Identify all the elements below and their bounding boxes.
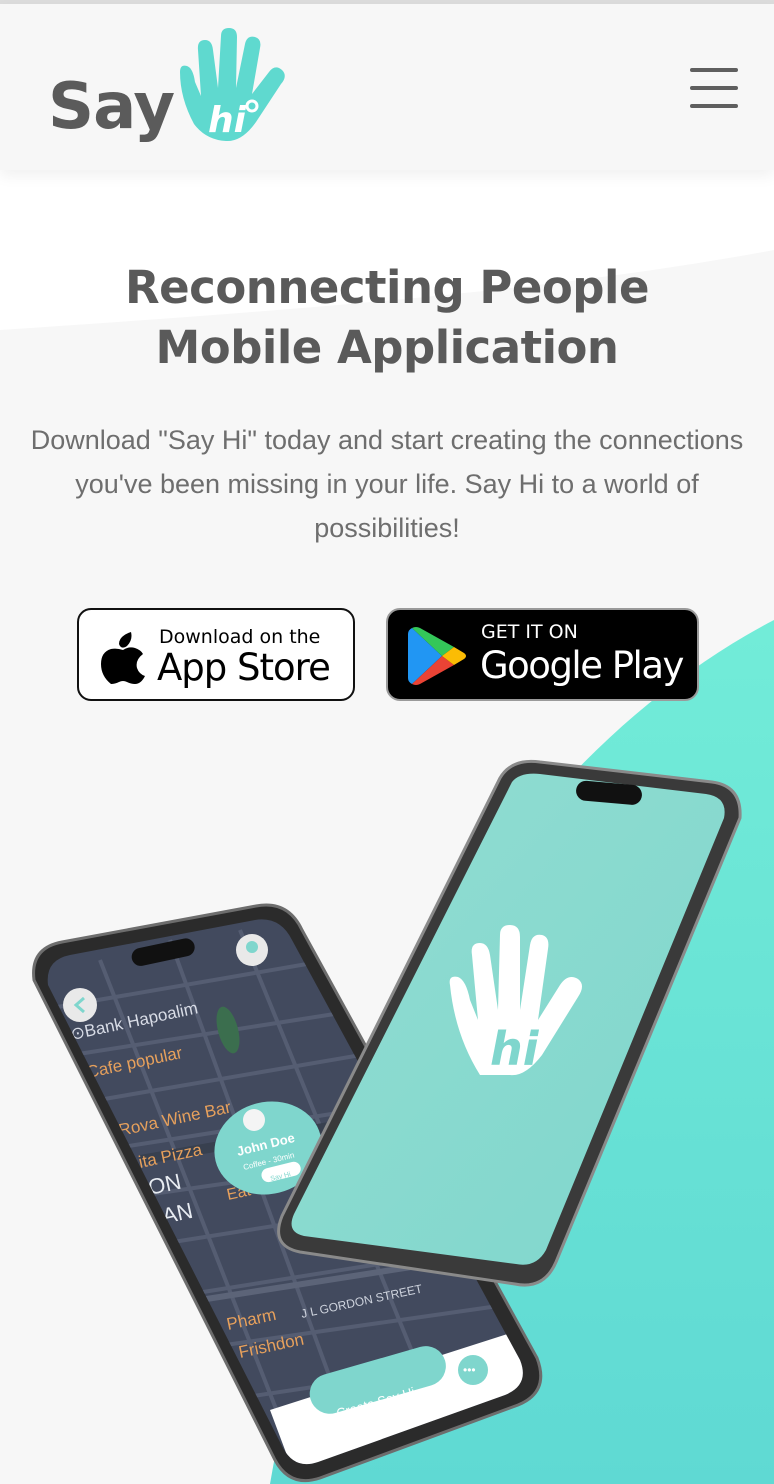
svg-text:hi: hi [490, 1022, 540, 1076]
phone-mockups: ⊙Bank Hapoalim Cafe popular Rova Wine Ba… [32, 759, 742, 1483]
page-title: Reconnecting People Mobile Application [0, 258, 774, 378]
hamburger-menu-icon[interactable] [686, 68, 742, 112]
hero-subtitle: Download "Say Hi" today and start creati… [30, 425, 744, 543]
back-icon[interactable] [63, 988, 97, 1022]
site-header: Say hi [0, 4, 774, 170]
title-line-1: Reconnecting People [125, 261, 649, 314]
logo-wordmark: Say [48, 70, 175, 144]
logo-hi-text: hi [208, 100, 247, 141]
app-store-button[interactable]: Download on the App Store [77, 608, 355, 701]
say-hi-logo[interactable]: Say hi [44, 28, 294, 158]
title-line-2: Mobile Application [155, 321, 619, 374]
google-play-small-label: GET IT ON [481, 621, 578, 643]
google-play-button[interactable]: GET IT ON Google Play [386, 608, 699, 701]
svg-text:•••: ••• [463, 1363, 476, 1377]
page: ⊙Bank Hapoalim Cafe popular Rova Wine Ba… [0, 0, 774, 1484]
apple-icon [101, 632, 145, 684]
google-play-big-label: Google Play [480, 644, 684, 687]
google-play-icon [408, 627, 466, 685]
app-store-small-label: Download on the [159, 626, 321, 648]
app-store-big-label: App Store [157, 646, 331, 689]
waving-hand-icon: hi [180, 28, 285, 142]
